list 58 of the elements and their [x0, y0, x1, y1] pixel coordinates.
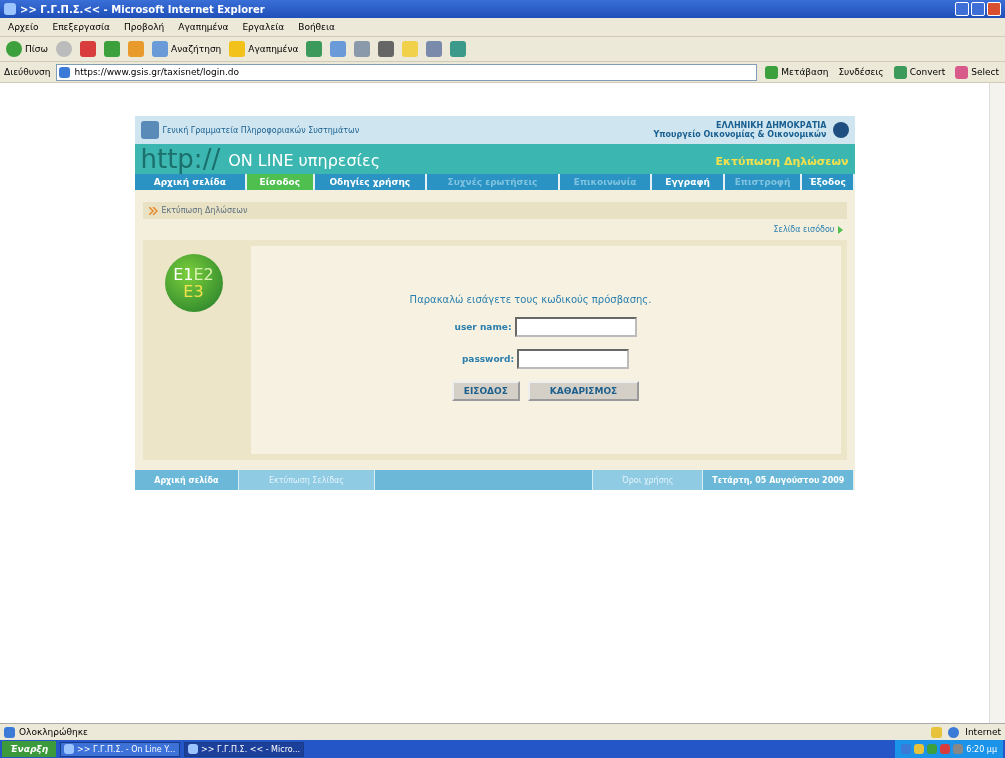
- nav-tab[interactable]: Είσοδος: [247, 174, 315, 190]
- print-button[interactable]: [352, 41, 373, 57]
- maximize-button[interactable]: [971, 2, 985, 16]
- menu-item[interactable]: Εργαλεία: [238, 22, 289, 32]
- tray-icon[interactable]: [914, 744, 925, 754]
- home-link[interactable]: Σελίδα εισόδου: [773, 225, 843, 234]
- window-title: >> Γ.Γ.Π.Σ.<< - Microsoft Internet Explorer: [20, 3, 265, 15]
- minimize-button[interactable]: [955, 2, 969, 16]
- research-button[interactable]: [424, 41, 445, 57]
- edit-button[interactable]: [376, 41, 397, 57]
- menu-item[interactable]: Αγαπημένα: [174, 22, 233, 32]
- links-button[interactable]: Συνδέσεις: [836, 67, 886, 77]
- menu-item[interactable]: Αρχείο: [4, 22, 43, 32]
- start-button[interactable]: Έναρξη: [2, 741, 57, 757]
- password-label: password:: [461, 354, 515, 364]
- password-field[interactable]: [517, 349, 630, 369]
- login-prompt: Παρακαλώ εισάγετε τους κωδικούς πρόσβασης.: [409, 294, 652, 305]
- back-button[interactable]: Πίσω: [4, 41, 51, 57]
- address-field[interactable]: https://www.gsis.gr/taxisnet/login.do: [56, 63, 758, 81]
- zone-text: Internet: [965, 727, 1001, 737]
- home-button[interactable]: [126, 41, 147, 57]
- menu-item[interactable]: Βοήθεια: [294, 22, 339, 32]
- arrow-icon: [837, 225, 843, 234]
- ministry-name: Υπουργείο Οικονομίας & Οικονομικών: [653, 130, 827, 139]
- stop-button[interactable]: [78, 41, 99, 57]
- clock: 6:20 μμ: [966, 744, 997, 754]
- mail-button[interactable]: [328, 41, 349, 57]
- favorites-button[interactable]: Αγαπημένα: [227, 41, 301, 57]
- menu-item[interactable]: Επεξεργασία: [48, 22, 114, 32]
- search-button[interactable]: Αναζήτηση: [150, 41, 224, 57]
- scrollbar[interactable]: [989, 83, 1005, 723]
- emblem-icon: [832, 122, 849, 138]
- username-label: user name:: [454, 322, 512, 332]
- username-field[interactable]: [514, 317, 637, 337]
- taskbar-button[interactable]: >> Γ.Γ.Π.Σ. - On Line Y...: [60, 741, 181, 757]
- login-button[interactable]: ΕΙΣΟΔΟΣ: [451, 381, 520, 401]
- history-button[interactable]: [304, 41, 325, 57]
- address-label: Διεύθυνση: [4, 67, 51, 77]
- convert-button[interactable]: Convert: [891, 65, 948, 79]
- refresh-button[interactable]: [102, 41, 123, 57]
- breadcrumb-text: Εκτύπωση Δηλώσεων: [161, 206, 248, 215]
- organization-name: Γενική Γραμματεία Πληροφοριακών Συστημάτων: [162, 125, 360, 135]
- taskbar-button[interactable]: >> Γ.Γ.Π.Σ. << - Micro...: [184, 741, 305, 757]
- globe-icon: [948, 726, 960, 738]
- forms-badge: E1E2 E3: [164, 254, 223, 312]
- select-button[interactable]: Select: [953, 65, 1001, 79]
- chevron-icon: [148, 206, 158, 215]
- brand-subtitle: ON LINE υπηρεσίες: [228, 151, 381, 170]
- close-button[interactable]: [987, 2, 1001, 16]
- status-text: Ολοκληρώθηκε: [19, 727, 88, 737]
- service-title: Εκτύπωση Δηλώσεων: [715, 155, 849, 168]
- go-button[interactable]: Μετάβαση: [763, 65, 831, 79]
- menu-item[interactable]: Προβολή: [120, 22, 169, 32]
- brand-text: http://: [140, 144, 221, 174]
- tray-icon[interactable]: [940, 744, 951, 754]
- country-name: ΕΛΛΗΝΙΚΗ ΔΗΜΟΚΡΑΤΙΑ: [716, 121, 827, 130]
- messenger-button[interactable]: [448, 41, 469, 57]
- reset-button[interactable]: ΚΑΘΑΡΙΣΜΟΣ: [527, 381, 640, 401]
